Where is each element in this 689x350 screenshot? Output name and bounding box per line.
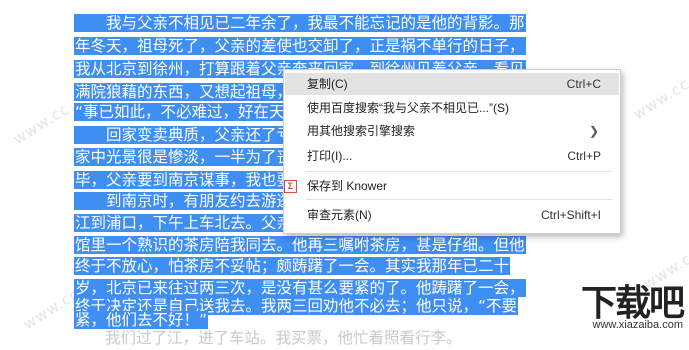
- menu-item-shortcut: Ctrl+C: [566, 77, 601, 91]
- menu-item-search-baidu[interactable]: 使用百度搜索“我与父亲不相见已...”(S): [285, 97, 619, 119]
- menu-item-inspect[interactable]: 审查元素(N) Ctrl+Shift+I: [285, 204, 619, 226]
- menu-item-label: 使用百度搜索“我与父亲不相见已...”(S): [307, 101, 509, 115]
- menu-item-label: 用其他搜索引擎搜索: [307, 124, 416, 138]
- menu-item-label: 保存到 Knower: [307, 179, 388, 193]
- menu-item-print[interactable]: 打印(I)... Ctrl+P: [285, 145, 619, 167]
- logo-url: www.xiazaiba.com: [592, 319, 683, 331]
- menu-item-shortcut: Ctrl+P: [567, 149, 601, 163]
- article-line: 我们过了江，进了车站。我买票，他忙着照看行李。: [74, 329, 462, 347]
- context-menu: 复制(C) Ctrl+C 使用百度搜索“我与父亲不相见已...”(S) 用其他搜…: [283, 69, 621, 234]
- menu-item-label: 审查元素(N): [307, 208, 372, 222]
- menu-item-label: 打印(I)...: [307, 149, 353, 163]
- menu-item-search-other[interactable]: 用其他搜索引擎搜索 ❯: [285, 120, 619, 142]
- article-line: 馆里一个熟识的茶房陪我同去。他再三嘱咐茶房，甚是仔细。但他: [74, 236, 526, 254]
- menu-separator: [306, 199, 612, 200]
- chevron-right-icon: ❯: [588, 124, 599, 138]
- menu-item-label: 复制(C): [307, 77, 348, 91]
- article-line: 我与父亲不相见已二年余了，我最不能忘记的是他的背影。那: [74, 14, 526, 32]
- site-logo: 下载吧 www.xiazaiba.com: [549, 274, 689, 333]
- knower-icon: Σ: [284, 180, 297, 193]
- menu-item-save-knower[interactable]: Σ 保存到 Knower: [284, 175, 619, 197]
- menu-item-shortcut: Ctrl+Shift+I: [540, 208, 601, 222]
- menu-item-copy[interactable]: 复制(C) Ctrl+C: [285, 73, 619, 95]
- menu-separator: [306, 171, 612, 172]
- article-line: 终于不放心，怕茶房不妥帖；颇踌躇了一会。其实我那年已二十: [74, 257, 511, 275]
- article-line: 年冬天，祖母死了，父亲的差使也交卸了，正是祸不单行的日子，: [74, 37, 526, 55]
